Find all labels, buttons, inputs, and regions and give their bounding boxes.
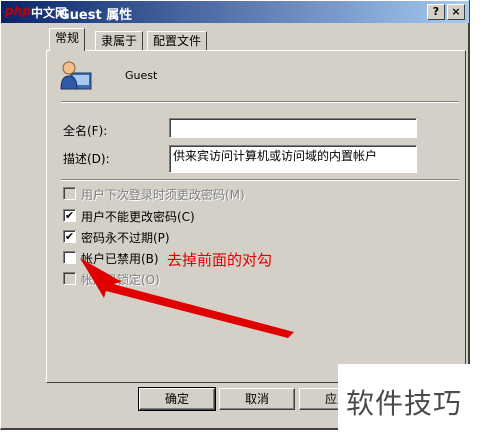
tab-general[interactable]: 常规 [49,28,86,51]
watermark-text: 软件技巧 [346,387,463,420]
